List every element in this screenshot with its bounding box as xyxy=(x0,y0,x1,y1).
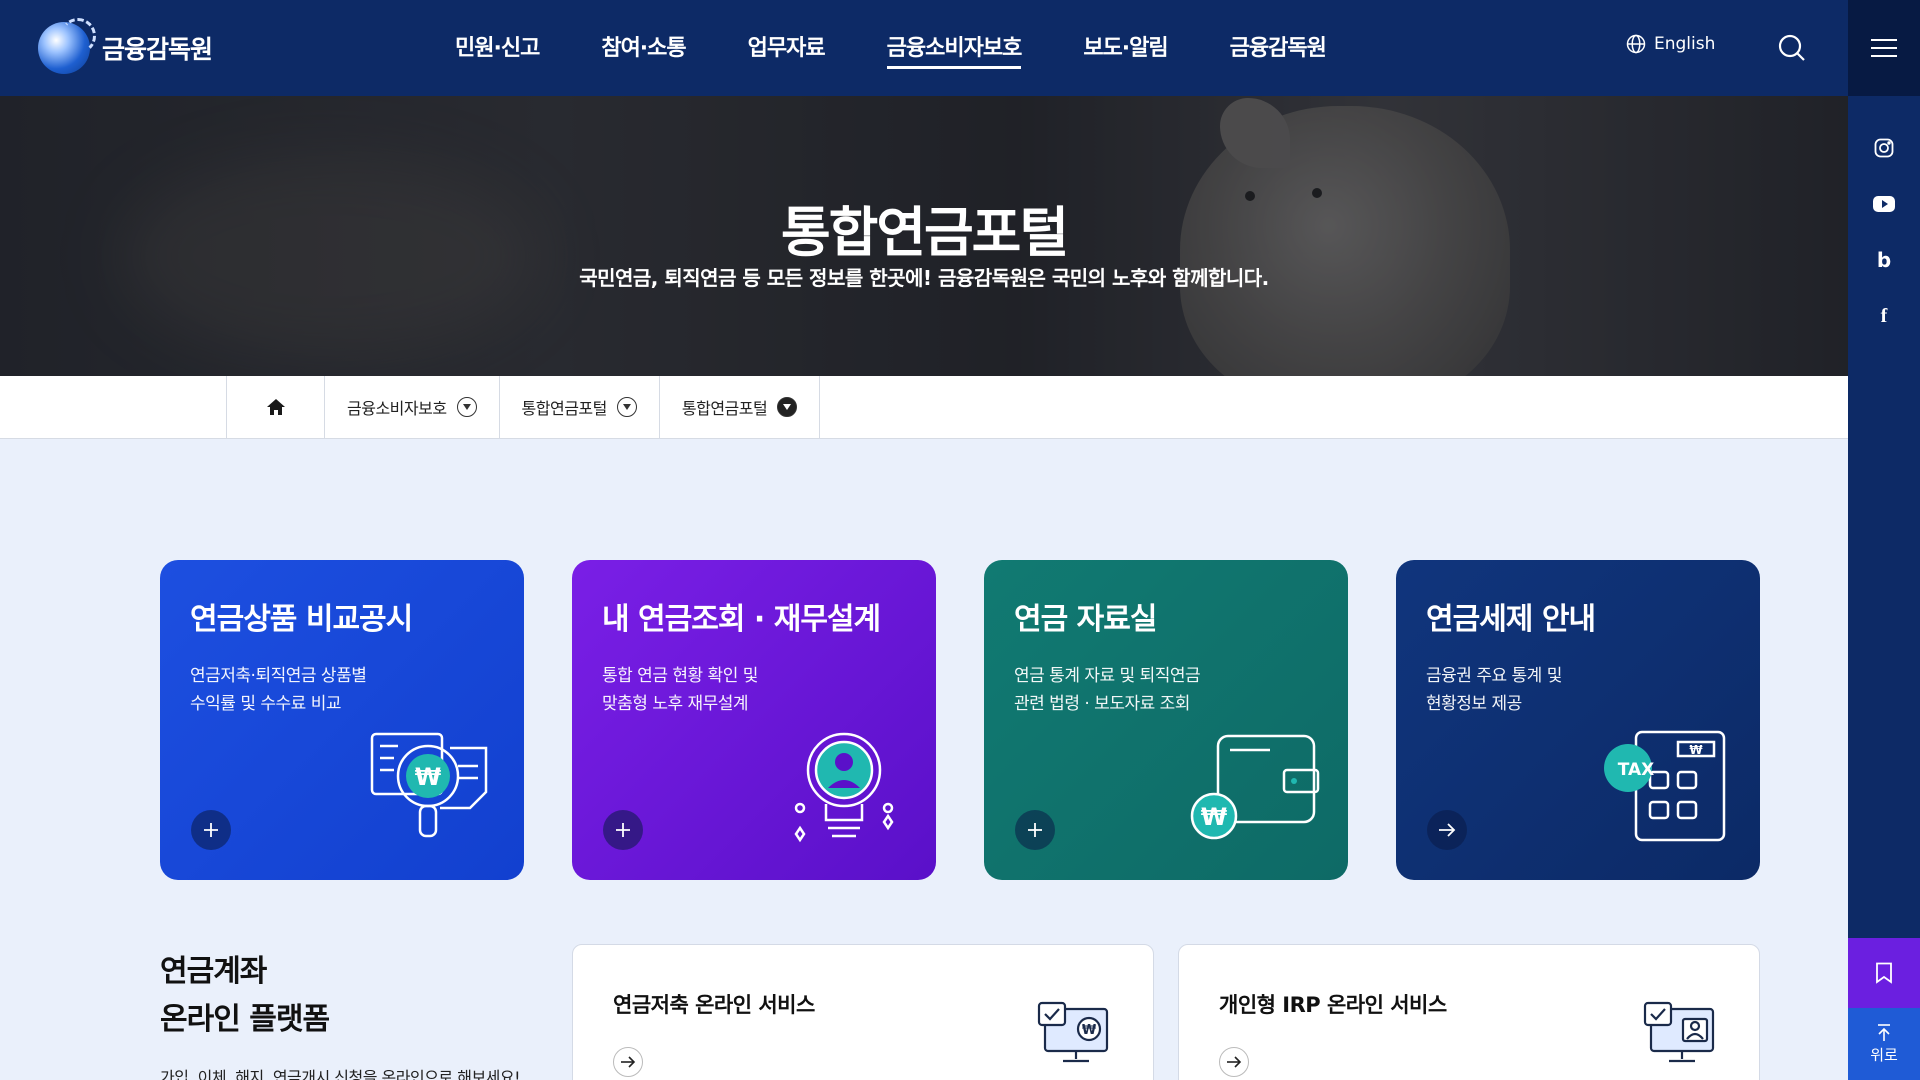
card-description: 통합 연금 현황 확인 및 맞춤형 노후 재무설계 xyxy=(602,662,906,718)
card-arrow-button[interactable] xyxy=(1427,810,1467,850)
chevron-down-icon xyxy=(456,397,477,417)
site-logo[interactable]: 금융감독원 xyxy=(38,18,213,74)
card-desc-line: 통합 연금 현황 확인 및 xyxy=(602,666,758,686)
plus-icon xyxy=(616,823,630,837)
instagram-link[interactable] xyxy=(1848,128,1920,168)
service-arrow-button[interactable] xyxy=(1219,1047,1249,1077)
facebook-link[interactable]: f xyxy=(1848,296,1920,336)
instagram-icon xyxy=(1874,138,1894,158)
page-subtitle: 국민연금, 퇴직연금 등 모든 정보를 한곳에! 금융감독원은 국민의 노후와 … xyxy=(579,266,1269,290)
card-desc-line: 수익률 및 수수료 비교 xyxy=(190,694,341,714)
nav-item-fss[interactable]: 금융감독원 xyxy=(1230,30,1327,69)
section-title-line: 연금계좌 xyxy=(160,954,267,989)
blog-link[interactable]: b xyxy=(1848,240,1920,280)
bookmark-button[interactable] xyxy=(1848,938,1920,1008)
card-my-pension[interactable]: 내 연금조회 · 재무설계 통합 연금 현황 확인 및 맞춤형 노후 재무설계 xyxy=(572,560,936,880)
card-title: 연금상품 비교공시 xyxy=(190,602,413,637)
card-title: 연금 자료실 xyxy=(1014,602,1157,637)
section-title: 연금계좌 온라인 플랫폼 xyxy=(160,948,330,1044)
nav-item-participation[interactable]: 참여·소통 xyxy=(601,30,686,69)
svg-text:₩: ₩ xyxy=(1689,743,1703,757)
chevron-down-icon xyxy=(616,397,637,417)
card-description: 금융권 주요 통계 및 현황정보 제공 xyxy=(1426,662,1730,718)
arrow-up-icon xyxy=(1878,1023,1890,1041)
home-icon xyxy=(266,399,285,415)
svg-text:₩: ₩ xyxy=(1082,1023,1097,1038)
language-label: English xyxy=(1654,34,1716,54)
breadcrumb-home[interactable] xyxy=(226,376,324,438)
breadcrumb-label: 금융소비자보호 xyxy=(347,399,447,418)
card-desc-line: 금융권 주요 통계 및 xyxy=(1426,666,1562,686)
breadcrumb-label: 통합연금포털 xyxy=(521,399,608,418)
right-quick-rail: b f 위로 xyxy=(1848,0,1920,1080)
search-icon xyxy=(1778,34,1805,61)
search-button[interactable] xyxy=(1776,32,1808,64)
card-pension-library[interactable]: 연금 자료실 연금 통계 자료 및 퇴직연금 관련 법령 · 보도자료 조회 ₩ xyxy=(984,560,1348,880)
page-title: 통합연금포털 xyxy=(780,201,1069,264)
site-header: 금융감독원 민원·신고 참여·소통 업무자료 금융소비자보호 보도·알림 금융감… xyxy=(0,0,1848,96)
globe-icon xyxy=(1626,34,1646,54)
service-title: 연금저축 온라인 서비스 xyxy=(613,993,815,1017)
service-card-pension-savings[interactable]: 연금저축 온라인 서비스 ₩ xyxy=(572,944,1154,1080)
blog-icon: b xyxy=(1876,248,1892,272)
nav-item-consumer-protection[interactable]: 금융소비자보호 xyxy=(886,30,1022,69)
card-pension-tax[interactable]: 연금세제 안내 금융권 주요 통계 및 현황정보 제공 ₩ TAX xyxy=(1396,560,1760,880)
arrow-right-icon xyxy=(621,1056,636,1068)
arrow-right-icon xyxy=(1439,823,1456,837)
service-title: 개인형 IRP 온라인 서비스 xyxy=(1219,993,1447,1017)
hero-banner: 통합연금포털 국민연금, 퇴직연금 등 모든 정보를 한곳에! 금융감독원은 국… xyxy=(0,96,1848,376)
main-nav: 민원·신고 참여·소통 업무자료 금융소비자보호 보도·알림 금융감독원 xyxy=(455,30,1327,69)
card-plus-button[interactable] xyxy=(603,810,643,850)
hamburger-icon xyxy=(1871,39,1897,57)
arrow-right-icon xyxy=(1227,1056,1242,1068)
svg-text:₩: ₩ xyxy=(415,763,442,791)
tax-badge-label: TAX xyxy=(1617,760,1655,780)
card-description: 연금저축·퇴직연금 상품별 수익률 및 수수료 비교 xyxy=(190,662,494,718)
nav-item-materials[interactable]: 업무자료 xyxy=(748,30,826,69)
card-title: 연금세제 안내 xyxy=(1426,602,1596,637)
breadcrumb-item-consumer-protection[interactable]: 금융소비자보호 xyxy=(324,376,499,438)
section-description: 가입, 이체, 해지, 연금개시 신청을 온라인으로 해보세요! xyxy=(160,1068,521,1080)
card-description: 연금 통계 자료 및 퇴직연금 관련 법령 · 보도자료 조회 xyxy=(1014,662,1318,718)
plus-icon xyxy=(1028,823,1042,837)
nav-item-civil[interactable]: 민원·신고 xyxy=(455,30,540,69)
card-desc-line: 연금저축·퇴직연금 상품별 xyxy=(190,666,367,686)
menu-button[interactable] xyxy=(1848,0,1920,96)
section-title-line: 온라인 플랫폼 xyxy=(160,1002,330,1037)
wallet-won-icon: ₩ xyxy=(1190,734,1320,840)
bookmark-icon xyxy=(1876,962,1892,984)
breadcrumb-label: 통합연금포털 xyxy=(681,399,768,418)
card-desc-line: 현황정보 제공 xyxy=(1426,694,1522,714)
chevron-down-icon xyxy=(777,397,798,417)
plus-icon xyxy=(204,823,218,837)
lightbulb-person-icon xyxy=(794,732,894,843)
logo-emblem-icon xyxy=(38,18,96,74)
card-desc-line: 맞춤형 노후 재무설계 xyxy=(602,694,749,714)
card-plus-button[interactable] xyxy=(191,810,231,850)
svg-text:₩: ₩ xyxy=(1201,803,1228,831)
tax-calculator-icon: ₩ xyxy=(1604,730,1726,842)
service-card-irp[interactable]: 개인형 IRP 온라인 서비스 xyxy=(1178,944,1760,1080)
monitor-person-check-icon xyxy=(1643,1001,1715,1063)
breadcrumb: 금융소비자보호 통합연금포털 통합연금포털 xyxy=(226,376,821,438)
card-title: 내 연금조회 · 재무설계 xyxy=(602,602,881,637)
language-switch[interactable]: English xyxy=(1626,34,1715,54)
scroll-top-label: 위로 xyxy=(1870,1045,1898,1064)
card-desc-line: 관련 법령 · 보도자료 조회 xyxy=(1014,694,1190,714)
logo-text: 금융감독원 xyxy=(102,35,213,64)
youtube-link[interactable] xyxy=(1848,184,1920,224)
document-won-magnifier-icon: ₩ xyxy=(370,732,488,838)
youtube-icon xyxy=(1873,196,1895,212)
facebook-icon: f xyxy=(1880,304,1888,327)
service-arrow-button[interactable] xyxy=(613,1047,643,1077)
breadcrumb-item-current[interactable]: 통합연금포털 xyxy=(658,376,821,438)
breadcrumb-item-pension-portal[interactable]: 통합연금포털 xyxy=(498,376,659,438)
breadcrumb-bar: 금융소비자보호 통합연금포털 통합연금포털 xyxy=(0,376,1848,439)
scroll-top-button[interactable]: 위로 xyxy=(1848,1008,1920,1080)
monitor-won-check-icon: ₩ xyxy=(1037,1001,1109,1063)
card-pension-comparison[interactable]: 연금상품 비교공시 연금저축·퇴직연금 상품별 수익률 및 수수료 비교 ₩ xyxy=(160,560,524,880)
nav-item-press[interactable]: 보도·알림 xyxy=(1083,30,1168,69)
card-desc-line: 연금 통계 자료 및 퇴직연금 xyxy=(1014,666,1201,686)
card-plus-button[interactable] xyxy=(1015,810,1055,850)
